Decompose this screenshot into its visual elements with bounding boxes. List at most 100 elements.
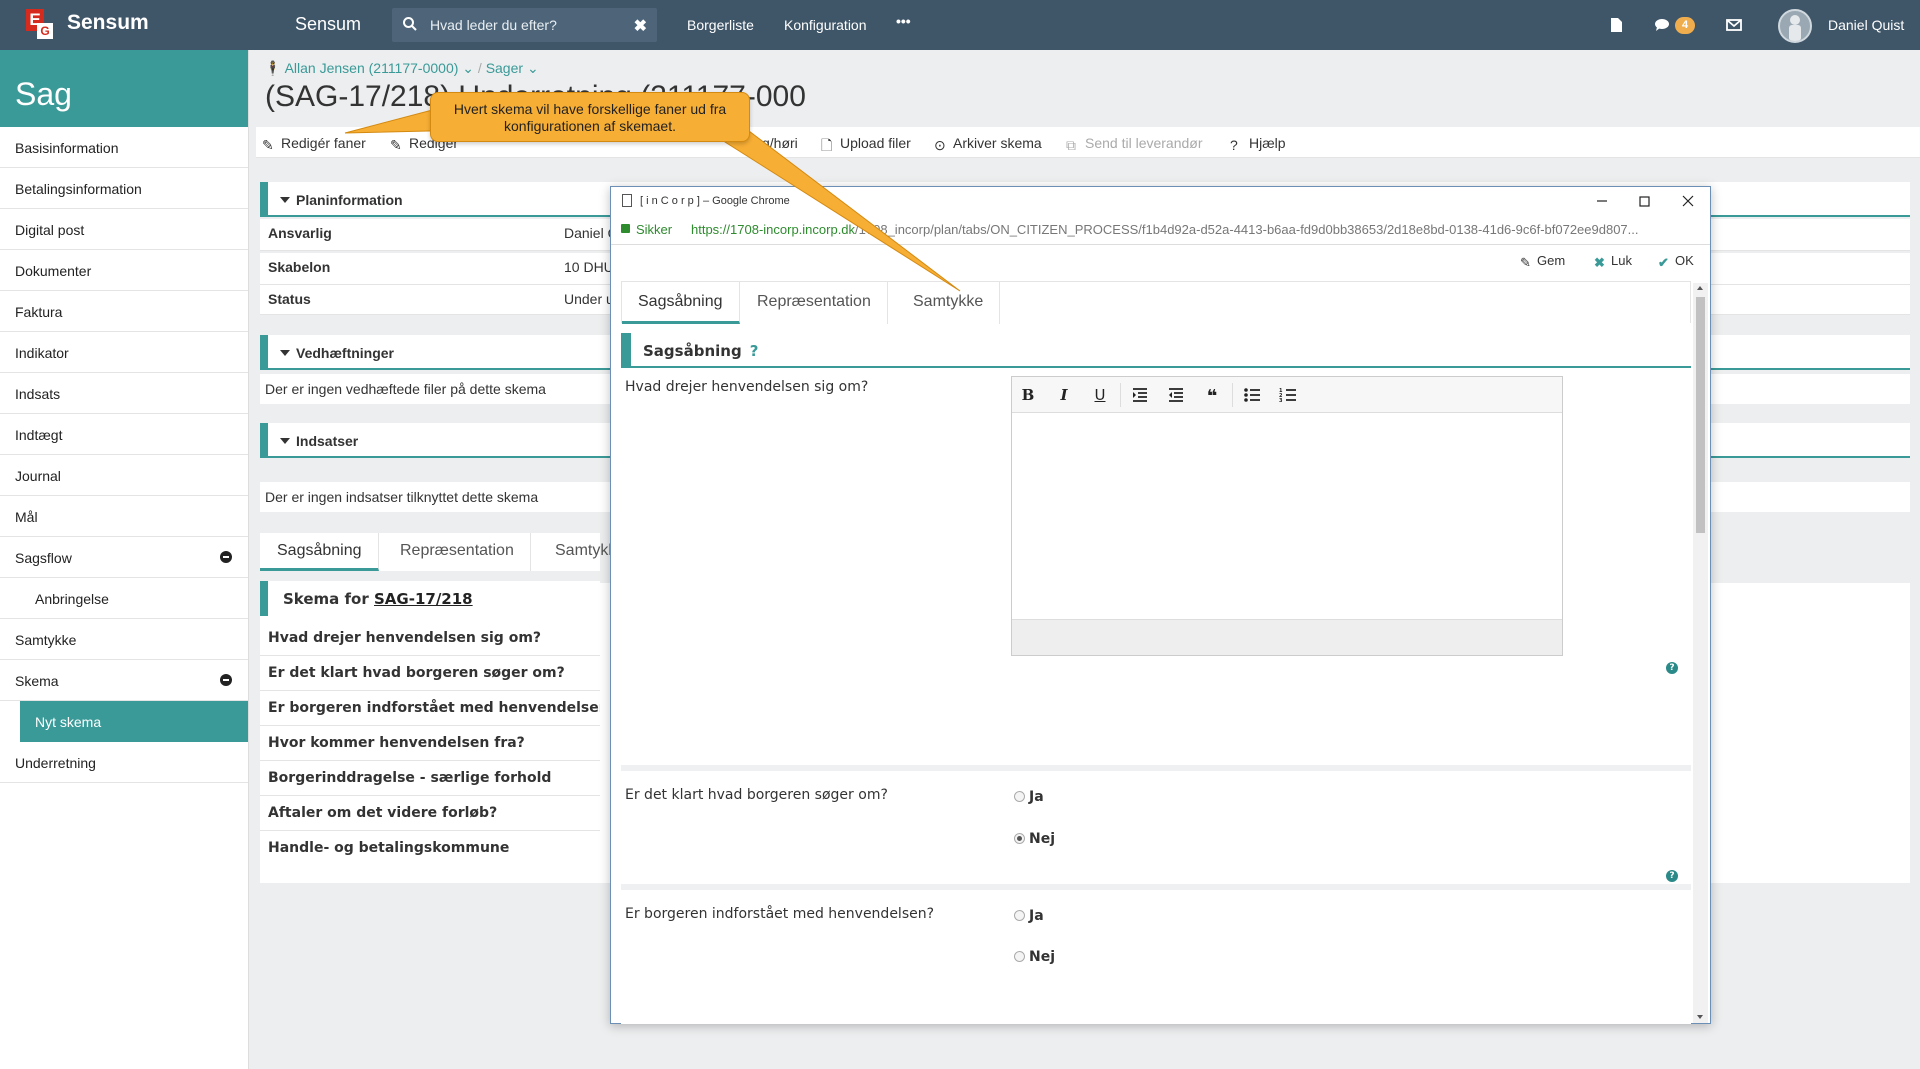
tab-repraesentation[interactable]: Repræsentation bbox=[741, 282, 888, 324]
question-block: Er borgeren indforstået med henvendelsen… bbox=[621, 896, 1691, 1024]
radio-nej[interactable]: Nej bbox=[1014, 831, 1055, 847]
document-icon[interactable] bbox=[1607, 16, 1625, 34]
nav-konfiguration[interactable]: Konfiguration bbox=[784, 17, 867, 33]
upload-files-button[interactable]: 🗋 Upload filer bbox=[821, 135, 911, 153]
bullet-list-icon[interactable] bbox=[1242, 386, 1262, 404]
avatar[interactable] bbox=[1778, 9, 1812, 43]
rich-text-editor[interactable]: B I U ❝ 123 bbox=[1011, 376, 1563, 656]
question-label: Hvad drejer henvendelsen sig om? bbox=[625, 379, 869, 395]
window-titlebar[interactable]: [ i n C o r p ] – Google Chrome bbox=[611, 187, 1710, 215]
radio-ja[interactable]: Ja bbox=[1014, 908, 1044, 924]
radio-label: Nej bbox=[1029, 949, 1056, 965]
caret-down-icon bbox=[280, 197, 290, 203]
numbered-list-icon[interactable]: 123 bbox=[1278, 386, 1298, 404]
indent-icon[interactable] bbox=[1130, 386, 1150, 404]
sidebar-item-indikator[interactable]: Indikator bbox=[0, 332, 248, 373]
radio-button[interactable] bbox=[1014, 791, 1025, 802]
scrollbar[interactable] bbox=[1693, 283, 1708, 1023]
radio-nej[interactable]: Nej bbox=[1014, 949, 1055, 965]
close-button[interactable]: ✖ Luk bbox=[1594, 253, 1632, 270]
collapse-icon[interactable] bbox=[220, 551, 232, 563]
ok-button[interactable]: ✔ OK bbox=[1658, 253, 1694, 270]
nav-borgerliste[interactable]: Borgerliste bbox=[687, 17, 754, 33]
question-row[interactable]: Er det klart hvad borgeren søger om? bbox=[260, 656, 600, 691]
send-to-supplier-button[interactable]: ⧉ Send til leverandør bbox=[1066, 135, 1203, 153]
quote-icon[interactable]: ❝ bbox=[1202, 386, 1222, 407]
tab-sagsaabning[interactable]: Sagsåbning bbox=[260, 533, 379, 571]
close-icon[interactable]: ✖ bbox=[634, 16, 647, 36]
case-link[interactable]: SAG-17/218 bbox=[374, 590, 473, 608]
check-icon: ✔ bbox=[1658, 255, 1669, 270]
scroll-down-icon[interactable] bbox=[1697, 1015, 1703, 1019]
search-input[interactable] bbox=[430, 8, 620, 42]
sidebar-item-nyt-skema[interactable]: Nyt skema bbox=[20, 701, 248, 742]
question-row[interactable]: Borgerinddragelse - særlige forhold bbox=[260, 761, 600, 796]
question-row[interactable]: Aftaler om det videre forløb? bbox=[260, 796, 600, 831]
section-title: Sagsåbning bbox=[643, 342, 742, 360]
sidebar-item-skema[interactable]: Skema bbox=[0, 660, 248, 701]
help-icon[interactable]: ? bbox=[750, 342, 759, 360]
tab-repraesentation[interactable]: Repræsentation bbox=[383, 533, 531, 571]
maximize-icon[interactable] bbox=[1634, 191, 1654, 211]
pencil-icon: ✎ bbox=[390, 137, 402, 153]
app-title[interactable]: Sensum bbox=[295, 14, 361, 35]
question-row[interactable]: Hvad drejer henvendelsen sig om? bbox=[260, 621, 600, 656]
sidebar-item-dokumenter[interactable]: Dokumenter bbox=[0, 250, 248, 291]
caret-down-icon bbox=[280, 438, 290, 444]
sidebar-item-faktura[interactable]: Faktura bbox=[0, 291, 248, 332]
scroll-up-icon[interactable] bbox=[1697, 286, 1703, 290]
collapse-icon[interactable] bbox=[220, 674, 232, 686]
sidebar-item-indtaegt[interactable]: Indtægt bbox=[0, 414, 248, 455]
sidebar-item-samtykke[interactable]: Samtykke bbox=[0, 619, 248, 660]
bold-icon[interactable]: B bbox=[1018, 386, 1038, 404]
help-icon[interactable]: ? bbox=[1666, 662, 1678, 674]
radio-ja[interactable]: Ja bbox=[1014, 789, 1044, 805]
question-row[interactable]: Hvor kommer henvendelsen fra? bbox=[260, 726, 600, 761]
tab-sagsaabning[interactable]: Sagsåbning bbox=[622, 282, 740, 324]
breadcrumb-sager[interactable]: Sager bbox=[486, 60, 523, 76]
scrollbar-thumb[interactable] bbox=[1696, 297, 1705, 533]
close-icon[interactable] bbox=[1678, 191, 1698, 211]
help-icon[interactable]: ? bbox=[1666, 870, 1678, 882]
breadcrumb-person[interactable]: Allan Jensen (211177-0000) bbox=[285, 60, 459, 76]
user-name[interactable]: Daniel Quist bbox=[1828, 17, 1904, 33]
minimize-icon[interactable] bbox=[1592, 191, 1612, 211]
notification-badge[interactable]: 4 bbox=[1675, 17, 1695, 34]
separator bbox=[1120, 383, 1121, 407]
chat-icon[interactable] bbox=[1653, 16, 1671, 34]
radio-button[interactable] bbox=[1014, 910, 1025, 921]
eg-logo[interactable]: EG bbox=[26, 9, 56, 39]
sidebar-item-anbringelse[interactable]: Anbringelse bbox=[0, 578, 248, 619]
sidebar-item-betalingsinformation[interactable]: Betalingsinformation bbox=[0, 168, 248, 209]
tab-samtykke[interactable]: Samtykke bbox=[897, 282, 1001, 324]
question-row[interactable]: Er borgeren indforstået med henvendelsen… bbox=[260, 691, 600, 726]
sidebar-item-indsats[interactable]: Indsats bbox=[0, 373, 248, 414]
sidebar-item-basisinformation[interactable]: Basisinformation bbox=[0, 127, 248, 168]
outdent-icon[interactable] bbox=[1166, 386, 1186, 404]
help-button[interactable]: ? Hjælp bbox=[1230, 135, 1286, 153]
chevron-down-icon[interactable]: ⌄ bbox=[527, 60, 539, 76]
heading-prefix: Skema for bbox=[283, 590, 369, 608]
url-text[interactable]: https://1708-incorp.incorp.dk/1708_incor… bbox=[691, 222, 1701, 237]
mail-icon[interactable] bbox=[1725, 16, 1743, 34]
brand-name[interactable]: Sensum bbox=[67, 11, 149, 35]
save-button[interactable]: ✎ Gem bbox=[1520, 253, 1565, 270]
more-menu-icon[interactable]: ••• bbox=[896, 13, 911, 29]
chevron-down-icon[interactable]: ⌄ bbox=[462, 60, 474, 76]
sidebar-item-maal[interactable]: Mål bbox=[0, 496, 248, 537]
underline-icon[interactable]: U bbox=[1090, 386, 1110, 404]
sidebar-item-sagsflow[interactable]: Sagsflow bbox=[0, 537, 248, 578]
archive-schema-button[interactable]: ⊙ Arkiver skema bbox=[934, 135, 1042, 153]
sidebar-item-journal[interactable]: Journal bbox=[0, 455, 248, 496]
italic-icon[interactable]: I bbox=[1054, 386, 1074, 404]
address-bar[interactable]: Sikker https://1708-incorp.incorp.dk/170… bbox=[611, 215, 1710, 245]
search-icon[interactable] bbox=[402, 16, 418, 32]
sidebar-item-digital-post[interactable]: Digital post bbox=[0, 209, 248, 250]
sidebar-item-underretning[interactable]: Underretning bbox=[0, 742, 248, 783]
radio-button[interactable] bbox=[1014, 833, 1025, 844]
question-row[interactable]: Handle- og betalingskommune bbox=[260, 831, 600, 866]
sidebar-item-label: Skema bbox=[15, 673, 59, 689]
edit-tabs-button[interactable]: ✎ Redigér faner bbox=[262, 135, 366, 153]
radio-button[interactable] bbox=[1014, 951, 1025, 962]
hidden-toolbar-item[interactable]: g/høri bbox=[762, 135, 798, 151]
